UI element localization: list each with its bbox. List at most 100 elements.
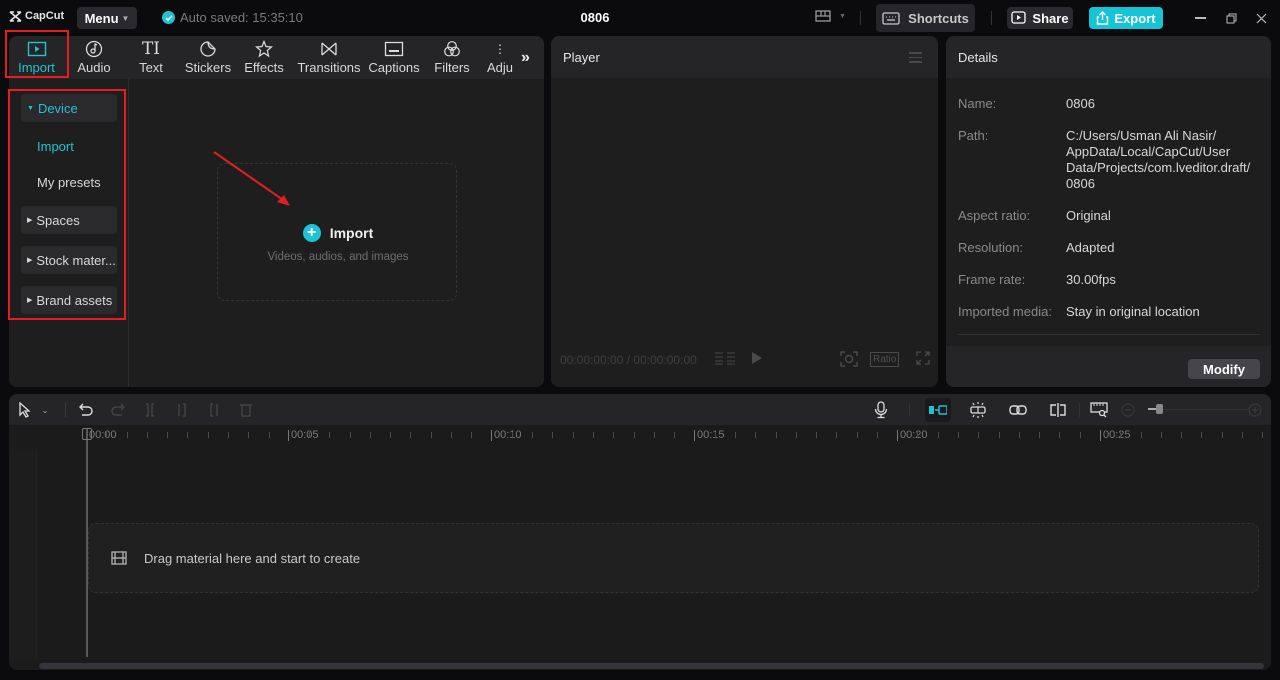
menu-button[interactable]: Menu ▼ [77,7,137,29]
export-label: Export [1114,10,1156,26]
capcut-logo: CapCut [9,10,64,22]
trim-right-icon [210,403,218,417]
minimize-icon [1194,17,1206,19]
ruler-tick [958,432,960,438]
zoom-slider-handle[interactable] [1156,404,1163,414]
delete-left-button[interactable] [174,401,192,419]
ruler-tick [937,432,939,438]
magnet-toggle[interactable] [925,398,951,422]
share-button[interactable]: Share [1007,7,1073,29]
ruler-search-icon [1090,402,1108,418]
annotation-arrow [213,151,290,206]
keyboard-icon [882,11,900,25]
zoom-slider-track[interactable] [1158,409,1248,410]
fullscreen-button[interactable] [916,351,930,368]
tab-effects[interactable]: Effects [243,39,285,79]
menu-icon[interactable] [909,52,922,66]
select-tool-button[interactable] [16,401,34,419]
minimize-button[interactable] [1191,9,1209,27]
preview-axis-button[interactable] [1049,401,1067,419]
export-button[interactable]: Export [1089,7,1163,29]
ruler-tick [734,432,736,438]
zoom-fit-button[interactable] [840,351,858,370]
transitions-icon [320,39,338,59]
player-timecode: 00:00:00:00 / 00:00:00:00 [560,353,697,367]
split-button[interactable] [141,401,159,419]
tab-filters[interactable]: Filters [433,39,471,79]
ratio-button[interactable]: Ratio [870,352,900,367]
waveform-icon[interactable] [714,351,736,368]
modify-button[interactable]: Modify [1188,359,1260,379]
tab-captions[interactable]: Captions [367,39,421,79]
ruler-tick [633,432,635,438]
shortcuts-label: Shortcuts [908,10,969,26]
details-footer: Modify [946,346,1271,387]
record-audio-button[interactable] [872,401,890,419]
ruler-tick [674,432,676,438]
share-label: Share [1032,10,1069,26]
ruler-tick [227,432,229,438]
main-track-magnet-icon [929,405,947,415]
divider [65,403,66,417]
redo-button[interactable] [109,401,127,419]
trash-icon [240,404,252,417]
redo-icon [111,403,125,416]
ruler-tick [755,432,757,438]
tab-transitions[interactable]: Transitions [297,39,361,79]
restore-button[interactable] [1222,9,1240,27]
check-circle-icon [162,11,175,24]
select-tool-dropdown[interactable]: ⌄ [39,401,51,419]
ruler-tick [511,432,513,438]
plus-icon: + [302,224,321,242]
ruler-tick [349,432,351,438]
restore-icon [1226,13,1236,23]
play-button[interactable] [751,351,763,368]
track-header-column [9,449,37,659]
player-title: Player [563,50,600,65]
autosave-status: Auto saved: 15:35:10 [162,10,303,25]
double-chevron-right-icon: » [521,49,530,66]
ruler-tick [1039,432,1041,438]
auto-snap-button[interactable] [969,401,987,419]
project-title: 0806 [580,10,610,25]
stickers-icon [199,39,217,59]
zoom-out-button[interactable] [1119,401,1137,419]
timeline-ruler[interactable]: 00:00 00:05 00:10 00:15 00:20 00:25 [9,425,1271,449]
zoom-in-button[interactable] [1246,401,1264,419]
trim-left-icon [178,403,186,417]
autosave-text: Auto saved: 15:35:10 [180,10,303,25]
import-button[interactable]: + Import [218,224,458,242]
shortcuts-button[interactable]: Shortcuts [876,4,975,32]
timeline-horizontal-scrollbar[interactable] [39,663,1264,669]
tab-audio[interactable]: Audio [73,39,115,79]
divider [860,11,861,25]
playhead-handle[interactable] [82,428,92,440]
ruler-tick [1079,432,1081,438]
delete-button[interactable] [237,401,255,419]
timeline-dropzone[interactable]: Drag material here and start to create [88,523,1259,593]
ruler-tick [795,432,797,438]
close-icon [1256,13,1266,23]
play-icon [752,352,762,364]
ruler-tick [775,432,777,438]
import-title: Import [329,225,374,241]
export-icon [1097,11,1109,25]
chevron-down-icon: ▼ [839,12,846,20]
undo-icon [79,403,93,416]
divider [909,403,910,417]
focus-search-icon [840,351,858,367]
tab-adjustment[interactable]: ⋮ Adju [484,39,516,79]
tab-text[interactable]: TI Text [134,39,168,79]
details-panel: Details Name: 0806 Path: C:/Users/Usman … [946,36,1271,387]
layout-button[interactable]: ▼ [815,10,846,22]
ruler-tick [917,432,919,438]
link-button[interactable] [1009,401,1027,419]
tab-stickers[interactable]: Stickers [183,39,233,79]
zoom-to-fit-button[interactable] [1090,401,1108,419]
more-tabs-button[interactable]: » [521,49,530,67]
undo-button[interactable] [77,401,95,419]
delete-right-button[interactable] [204,401,222,419]
ruler-tick [856,432,858,438]
close-button[interactable] [1252,9,1270,27]
text-icon: TI [141,39,161,59]
